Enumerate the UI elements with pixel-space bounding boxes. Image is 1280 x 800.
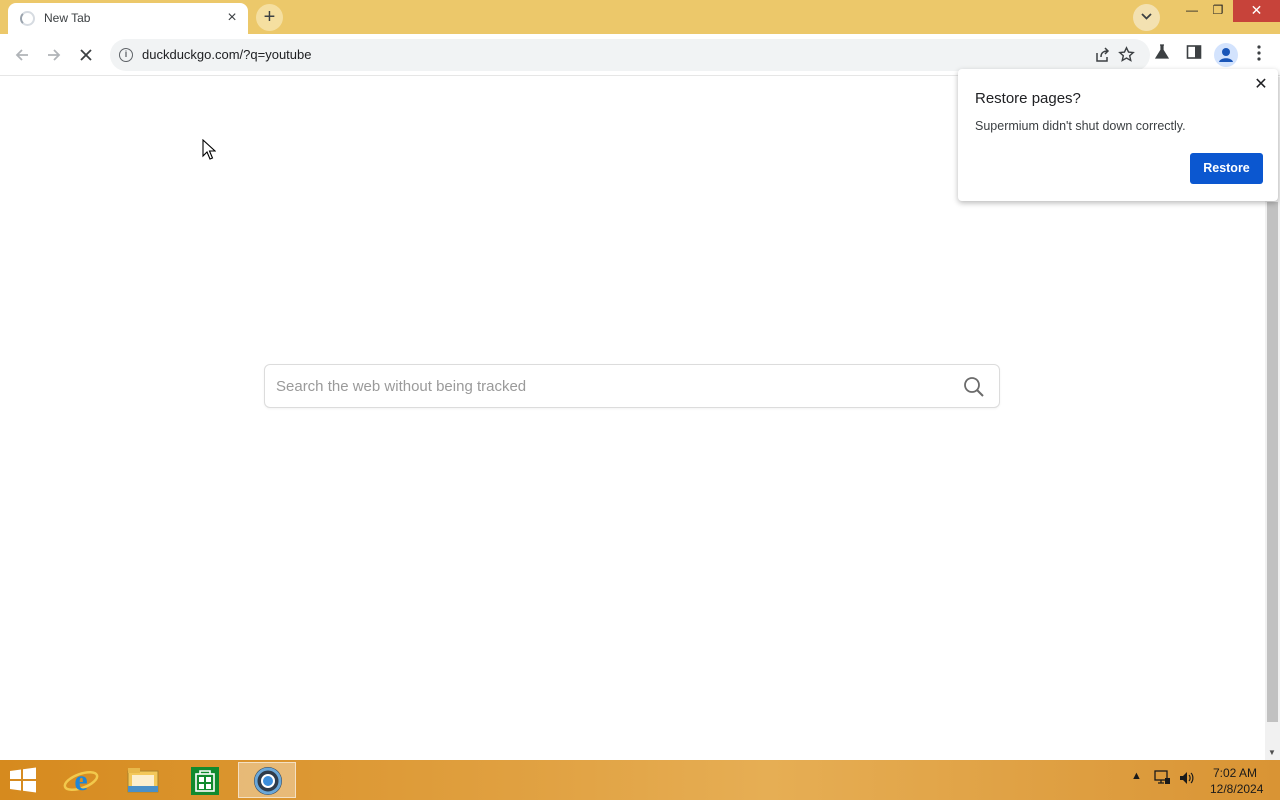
tray-overflow-arrow-icon[interactable]: ▲ [1131,770,1142,790]
tab-close-icon[interactable]: × [222,8,242,28]
window-close-button[interactable]: ✕ [1233,0,1280,22]
file-explorer-icon [127,768,159,793]
tab-new-tab[interactable]: New Tab × [8,3,248,34]
address-bar[interactable]: i duckduckgo.com/?q=youtube [110,39,1150,71]
restore-pages-dialog: Restore pages? Supermium didn't shut dow… [958,69,1278,201]
back-button[interactable] [8,41,36,69]
profile-icon[interactable] [1214,43,1238,67]
back-arrow-icon [15,49,28,61]
search-input[interactable]: Search the web without being tracked [264,364,1000,408]
stop-loading-button[interactable] [72,41,100,69]
network-icon[interactable] [1153,770,1171,790]
search-placeholder: Search the web without being tracked [276,378,527,395]
tab-title: New Tab [44,11,91,25]
star-icon[interactable] [1116,45,1136,65]
tab-strip: New Tab × + — ❐ ✕ [0,0,1280,34]
taskbar-store[interactable] [176,762,234,798]
magnifier-icon [964,377,984,397]
info-icon[interactable]: i [119,48,133,62]
side-panel-icon[interactable] [1183,44,1205,66]
internet-explorer-icon: e [63,764,99,797]
taskbar-internet-explorer[interactable]: e [52,762,110,798]
forward-button[interactable] [40,41,68,69]
search-button[interactable] [963,376,985,398]
mouse-cursor-icon [202,139,216,160]
flask-icon[interactable] [1151,44,1173,66]
start-button[interactable] [8,767,40,793]
kebab-menu-icon[interactable] [1248,44,1270,66]
taskbar-supermium[interactable] [238,762,296,798]
maximize-button[interactable]: ❐ [1201,0,1235,22]
scroll-down-arrow-icon[interactable]: ▼ [1268,748,1276,757]
url-text[interactable]: duckduckgo.com/?q=youtube [142,47,311,62]
new-tab-button[interactable]: + [256,4,283,31]
taskbar-file-explorer[interactable] [114,762,172,798]
chevron-down-icon [1141,13,1152,20]
loading-spinner-icon [20,11,35,26]
clock-time[interactable]: 7:02 AM [1213,766,1257,780]
clock-date[interactable]: 12/8/2024 [1210,782,1263,796]
scrollbar-thumb[interactable] [1267,202,1278,722]
forward-arrow-icon [48,49,61,61]
supermium-icon [254,767,282,795]
share-icon[interactable] [1092,45,1112,65]
restore-button[interactable]: Restore [1190,153,1263,184]
speaker-icon[interactable] [1178,770,1194,790]
windows-taskbar: e ▲ 7:02 AM 12/8/2024 [0,760,1280,800]
dialog-close-icon[interactable]: ✕ [1252,76,1270,94]
windows-logo-icon [10,767,36,793]
dialog-title: Restore pages? [975,90,1081,107]
tab-search-button[interactable] [1133,4,1160,31]
svg-text:e: e [74,764,87,797]
store-icon [191,767,219,795]
dialog-message: Supermium didn't shut down correctly. [975,119,1186,133]
stop-reload-icon [80,49,92,61]
